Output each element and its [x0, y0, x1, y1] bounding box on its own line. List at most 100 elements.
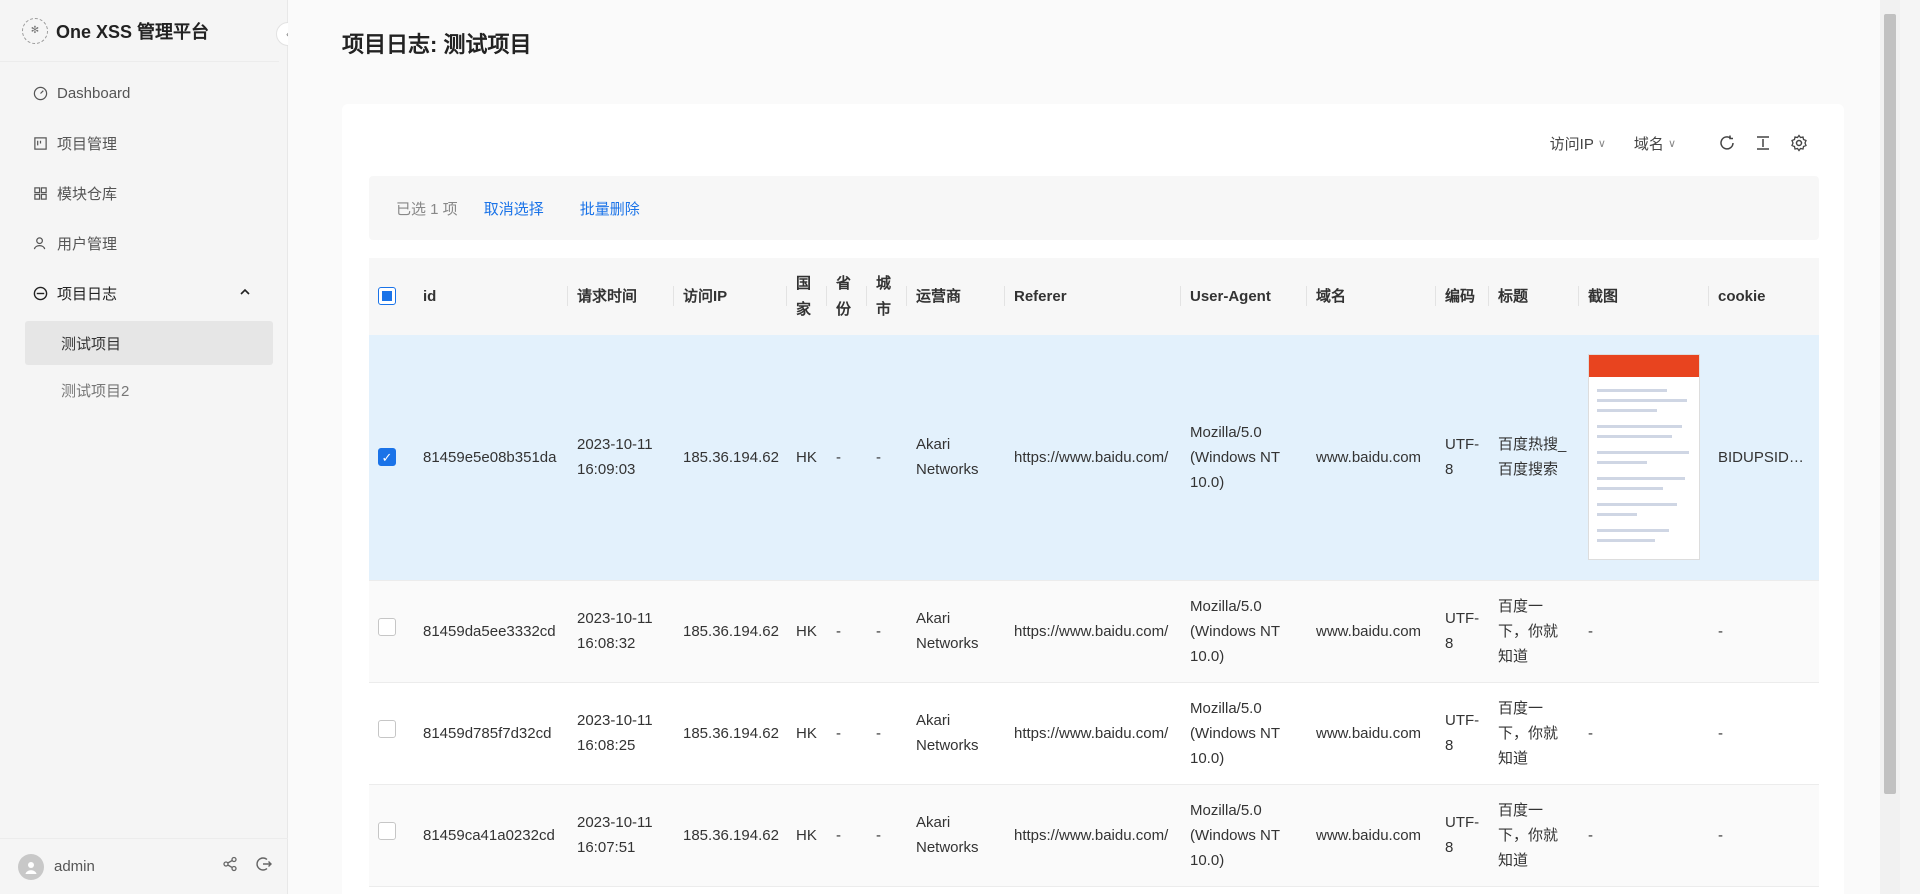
- cell-user-agent: Mozilla/5.0 (Windows NT 10.0): [1181, 335, 1307, 581]
- cell-time: 2023-10-11 16:09:03: [568, 335, 674, 581]
- cell-city: -: [867, 580, 907, 683]
- cell-title: 百度一下，你就知道: [1489, 784, 1579, 887]
- cell-time: 2023-10-11 16:08:25: [568, 682, 674, 785]
- cell-isp: Akari Networks: [907, 682, 1005, 785]
- chevron-up-icon: [239, 285, 251, 302]
- cell-encoding: UTF-8: [1436, 335, 1489, 581]
- avatar[interactable]: [18, 853, 44, 880]
- cell-screenshot: -: [1579, 682, 1709, 785]
- refresh-icon[interactable]: [1718, 134, 1736, 152]
- sidebar-item-projects[interactable]: 项目管理: [0, 118, 287, 168]
- column-header[interactable]: cookie: [1709, 258, 1819, 335]
- cell-province: -: [827, 682, 867, 785]
- cell-screenshot: -: [1579, 784, 1709, 887]
- cell-screenshot: -: [1579, 580, 1709, 683]
- sidebar-item-modules[interactable]: 模块仓库: [0, 168, 287, 218]
- column-header[interactable]: 标题: [1489, 258, 1579, 335]
- row-checkbox[interactable]: [378, 822, 396, 840]
- dashboard-icon: [32, 85, 48, 101]
- cell-id: 81459e5e08b351da: [414, 335, 568, 581]
- cell-title: 百度热搜_百度搜索: [1489, 335, 1579, 581]
- filter-ip-label: 访问IP: [1549, 135, 1594, 153]
- cell-country: HK: [787, 682, 827, 785]
- column-height-icon[interactable]: [1754, 134, 1772, 152]
- cell-domain: www.baidu.com: [1307, 784, 1436, 887]
- cell-isp: Akari Networks: [907, 580, 1005, 683]
- cell-province: -: [827, 335, 867, 581]
- column-header[interactable]: 运营商: [907, 258, 1005, 335]
- cell-user-agent: Mozilla/5.0 (Windows NT 10.0): [1181, 784, 1307, 887]
- cell-isp: Akari Networks: [907, 335, 1005, 581]
- filter-domain-dropdown[interactable]: 域名 ∨: [1634, 133, 1676, 154]
- cell-referer: https://www.baidu.com/: [1014, 724, 1169, 742]
- select-all-cell: [369, 258, 414, 335]
- user-icon: [32, 235, 48, 251]
- cell-city: -: [867, 784, 907, 887]
- cell-ip: 185.36.194.62: [674, 580, 787, 683]
- cell-encoding: UTF-8: [1436, 580, 1489, 683]
- sidebar-item-project-logs[interactable]: 项目日志: [0, 268, 287, 318]
- sidebar-item-label: 用户管理: [57, 235, 118, 253]
- chevron-down-icon: ∨: [1597, 137, 1606, 150]
- log-card: 访问IP ∨ 域名 ∨ 已选 1 项 取消选择 批量删除 id 请求时间 访问I…: [342, 104, 1844, 894]
- cell-cookie: -: [1709, 580, 1819, 683]
- cell-screenshot: [1579, 335, 1709, 581]
- table-row[interactable]: 81459d785f7d32cd 2023-10-11 16:08:25 185…: [369, 682, 1819, 785]
- cell-country: HK: [787, 784, 827, 887]
- column-header[interactable]: 访问IP: [674, 258, 787, 335]
- cell-referer: https://www.baidu.com/: [1014, 826, 1169, 844]
- cell-cookie: BIDUPSID=A...: [1718, 448, 1810, 466]
- cell-province: -: [827, 580, 867, 683]
- logout-icon[interactable]: [256, 856, 272, 877]
- cell-domain: www.baidu.com: [1307, 580, 1436, 683]
- cell-id: 81459da5ee3332cd: [414, 580, 568, 683]
- select-all-checkbox[interactable]: [378, 286, 396, 305]
- column-header[interactable]: User-Agent: [1181, 258, 1307, 335]
- column-header[interactable]: 国家: [787, 258, 827, 335]
- logo-icon: ✻: [22, 17, 48, 44]
- cell-ip: 185.36.194.62: [674, 784, 787, 887]
- sidebar-subitem-test-project[interactable]: 测试项目: [25, 321, 273, 365]
- table-row[interactable]: ✓ 81459e5e08b351da 2023-10-11 16:09:03 1…: [369, 335, 1819, 581]
- page-scrollbar[interactable]: [1880, 0, 1900, 894]
- column-header[interactable]: 城市: [867, 258, 907, 335]
- sidebar-item-label: 模块仓库: [57, 185, 118, 203]
- sidebar-item-dashboard[interactable]: Dashboard: [0, 68, 287, 118]
- cell-id: 81459d785f7d32cd: [414, 682, 568, 785]
- settings-icon[interactable]: [1790, 134, 1808, 152]
- column-header[interactable]: 省份: [827, 258, 867, 335]
- table-row[interactable]: 81459ca41a0232cd 2023-10-11 16:07:51 185…: [369, 784, 1819, 887]
- column-header[interactable]: id: [414, 258, 568, 335]
- cell-country: HK: [787, 580, 827, 683]
- column-header[interactable]: 请求时间: [568, 258, 674, 335]
- app-title: One XSS 管理平台: [56, 21, 210, 42]
- sidebar-item-users[interactable]: 用户管理: [0, 218, 287, 268]
- share-icon[interactable]: [222, 856, 238, 877]
- logo: ✻ One XSS 管理平台: [0, 0, 279, 62]
- scrollbar-thumb[interactable]: [1884, 14, 1896, 794]
- row-checkbox[interactable]: [378, 618, 396, 636]
- cell-cookie: -: [1709, 784, 1819, 887]
- batch-delete-link[interactable]: 批量删除: [580, 198, 640, 219]
- column-header[interactable]: 截图: [1579, 258, 1709, 335]
- sidebar-item-label: 项目日志: [57, 285, 118, 303]
- table-row[interactable]: 81459da5ee3332cd 2023-10-11 16:08:32 185…: [369, 580, 1819, 683]
- column-header[interactable]: Referer: [1005, 258, 1181, 335]
- cell-country: HK: [787, 335, 827, 581]
- row-checkbox[interactable]: ✓: [378, 448, 396, 467]
- row-checkbox[interactable]: [378, 720, 396, 738]
- cancel-selection-link[interactable]: 取消选择: [484, 198, 544, 219]
- cell-cookie: -: [1709, 682, 1819, 785]
- page-title: 项目日志: 测试项目: [342, 32, 532, 57]
- project-icon: [32, 135, 48, 151]
- sidebar-subitem-test-project-2[interactable]: 测试项目2: [25, 368, 273, 412]
- cell-referer: https://www.baidu.com/: [1014, 448, 1169, 466]
- cell-city: -: [867, 682, 907, 785]
- screenshot-thumbnail[interactable]: [1588, 354, 1700, 561]
- module-icon: [32, 185, 48, 201]
- cell-isp: Akari Networks: [907, 784, 1005, 887]
- column-header[interactable]: 域名: [1307, 258, 1436, 335]
- column-header[interactable]: 编码: [1436, 258, 1489, 335]
- cell-title: 百度一下，你就知道: [1489, 580, 1579, 683]
- filter-ip-dropdown[interactable]: 访问IP ∨: [1550, 133, 1606, 154]
